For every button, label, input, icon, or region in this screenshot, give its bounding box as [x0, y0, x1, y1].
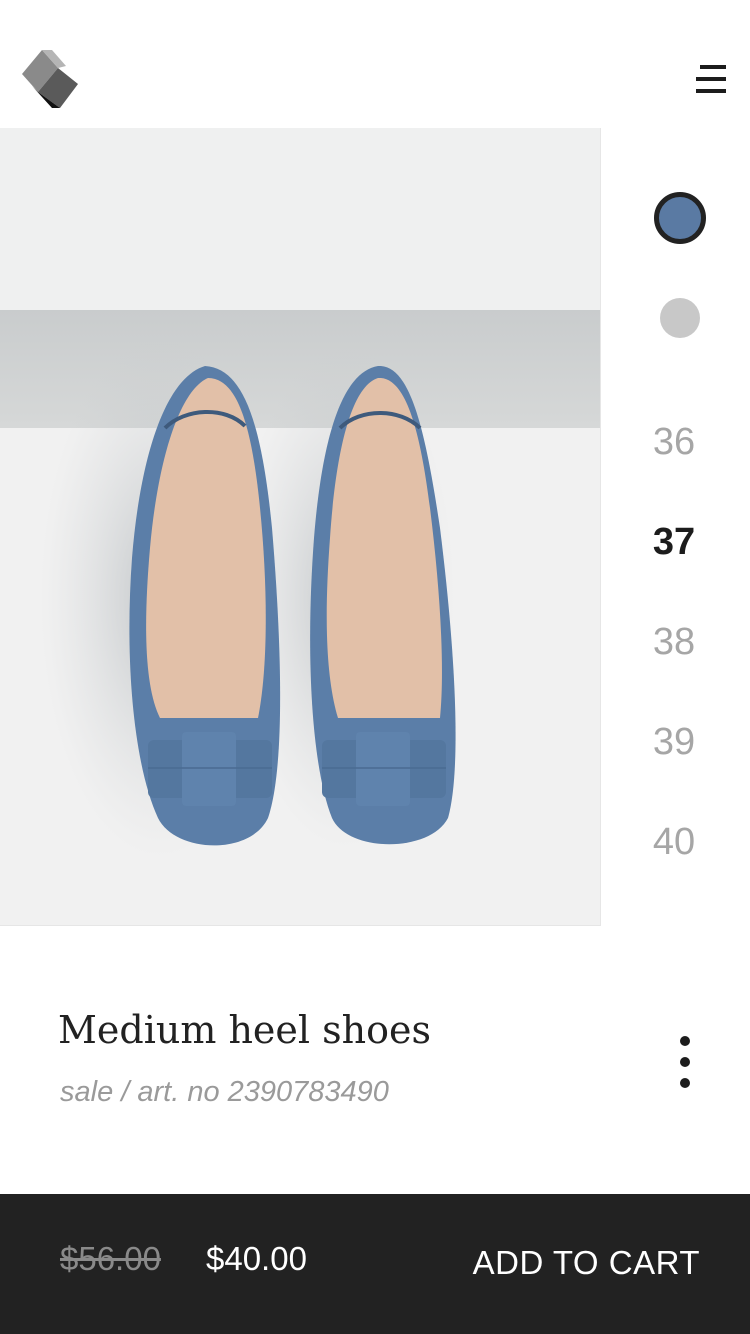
new-price: $40.00	[206, 1240, 307, 1277]
hamburger-menu-icon[interactable]	[690, 58, 732, 100]
add-to-cart-button[interactable]: ADD TO CART	[470, 1228, 700, 1298]
size-option-39[interactable]: 39	[624, 692, 724, 792]
product-image	[0, 128, 601, 926]
color-swatch-blue[interactable]	[654, 192, 706, 244]
old-price: $56.00	[60, 1240, 161, 1277]
size-selector: 36 37 38 39 40	[624, 392, 724, 892]
cube-logo-icon[interactable]	[22, 48, 80, 110]
size-option-36[interactable]: 36	[624, 392, 724, 492]
purchase-bar: $56.00 $40.00 ADD TO CART	[0, 1194, 750, 1334]
size-option-37[interactable]: 37	[624, 492, 724, 592]
color-swatch-grey[interactable]	[660, 298, 700, 338]
vertical-dots-icon[interactable]	[665, 1032, 705, 1092]
product-subtitle: sale / art. no 2390783490	[60, 1076, 389, 1108]
product-screen: 36 37 38 39 40 Medium heel shoes sale / …	[0, 0, 750, 1334]
dot	[680, 1036, 690, 1046]
product-title: Medium heel shoes	[58, 1008, 431, 1052]
blue-suede-bow-flats-image	[0, 128, 600, 925]
size-option-40[interactable]: 40	[624, 792, 724, 892]
dot	[680, 1057, 690, 1067]
size-option-38[interactable]: 38	[624, 592, 724, 692]
dot	[680, 1078, 690, 1088]
